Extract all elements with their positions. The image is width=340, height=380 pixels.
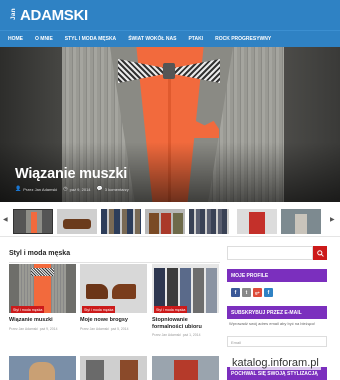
- hero-date: paź 9, 2014: [69, 186, 91, 192]
- post-thumbnail[interactable]: Styl i moda męska: [9, 264, 76, 313]
- post-card[interactable]: Styl i moda męska Moje nowe brogsy Przez…: [80, 264, 147, 331]
- user-icon: 👤: [15, 186, 22, 192]
- google-plus-icon[interactable]: g+: [253, 288, 262, 297]
- social-links: f t g+ f: [231, 288, 273, 297]
- chevron-left-icon[interactable]: ◀: [3, 216, 8, 223]
- hero-comments[interactable]: 3 komentarzy: [105, 187, 129, 192]
- post-date: paź 1, 2014: [182, 333, 201, 337]
- post-title[interactable]: Moje nowe brogsy: [80, 317, 147, 324]
- watermark: katalog.inforam.pl: [230, 356, 321, 370]
- post-date: paź 5, 2014: [110, 326, 129, 331]
- section-divider: [9, 262, 220, 263]
- thumbnail[interactable]: [237, 209, 277, 234]
- nav-item-home[interactable]: HOME: [8, 36, 23, 42]
- category-badge[interactable]: Styl i moda męska: [11, 306, 45, 313]
- post-author[interactable]: Przez Jan Adamski: [80, 327, 109, 331]
- facebook-icon[interactable]: f: [231, 288, 240, 297]
- section-title[interactable]: Styl i moda męska: [9, 250, 70, 257]
- post-thumbnail[interactable]: [80, 356, 147, 380]
- category-badge[interactable]: Styl i moda męska: [82, 306, 116, 313]
- nav-item-world[interactable]: ŚWIAT WOKÓŁ NAS: [128, 36, 176, 42]
- post-card[interactable]: Styl i moda męska Stopniowanie formalnoś…: [152, 264, 219, 337]
- nav-item-rock[interactable]: ROCK PROGRESYWNY: [215, 36, 271, 42]
- thumbnail[interactable]: [57, 209, 97, 234]
- post-title[interactable]: Stopniowanie formalności ubioru: [152, 317, 219, 330]
- post-thumbnail[interactable]: [152, 356, 219, 380]
- post-thumbnail[interactable]: Styl i moda męska: [152, 264, 219, 313]
- hero-slide[interactable]: Wiązanie muszki 👤 Przez Jan Adamski ◷ pa…: [0, 47, 340, 202]
- post-thumbnail[interactable]: Styl i moda męska: [80, 264, 147, 313]
- chevron-right-icon[interactable]: ▶: [330, 216, 335, 223]
- nav-item-style[interactable]: STYL I MODA MĘSKA: [65, 36, 116, 42]
- thumbnail[interactable]: [101, 209, 141, 234]
- hero-author[interactable]: Przez Jan Adamski: [23, 187, 57, 192]
- post-meta: Przez Jan Adamski paź 1, 2014: [152, 333, 219, 337]
- subscribe-description: Wprowadź swój adres email aby być na bie…: [229, 321, 316, 326]
- post-meta: Przez Jan Adamski paź 9, 2014: [9, 327, 76, 331]
- post-title[interactable]: Wiązanie muszki: [9, 317, 76, 324]
- logo-first-name: Jan: [10, 7, 17, 20]
- search-input[interactable]: [227, 246, 313, 260]
- hero-title[interactable]: Wiązanie muszki: [15, 166, 127, 182]
- post-card[interactable]: Styl i moda męska Wiązanie muszki Przez …: [9, 264, 76, 331]
- subscribe-widget-title: SUBSKRYBUJ PRZEZ E-MAIL: [227, 306, 327, 319]
- clock-icon: ◷: [63, 186, 68, 192]
- nav-item-birds[interactable]: PTAKI: [188, 36, 203, 42]
- search-button[interactable]: [313, 246, 327, 260]
- profiles-widget-title: MOJE PROFILE: [227, 269, 327, 282]
- hero-meta: 👤 Przez Jan Adamski ◷ paź 9, 2014 💬 3 ko…: [15, 186, 129, 192]
- site-header: Jan ADAMSKI: [0, 0, 340, 30]
- hero-photo-bowtie-knot: [163, 63, 175, 79]
- post-meta: Przez Jan Adamski paź 5, 2014: [80, 327, 147, 331]
- nav-item-about[interactable]: O MNIE: [35, 36, 53, 42]
- main-nav: HOME O MNIE STYL I MODA MĘSKA ŚWIAT WOKÓ…: [0, 30, 340, 47]
- post-author[interactable]: Przez Jan Adamski: [9, 327, 38, 331]
- thumbnail[interactable]: [281, 209, 321, 234]
- post-thumbnail[interactable]: [9, 356, 76, 380]
- thumbnail[interactable]: [13, 209, 53, 234]
- thumbnail-carousel: ◀ ▶: [0, 202, 340, 237]
- twitter-icon[interactable]: t: [242, 288, 251, 297]
- category-badge[interactable]: Styl i moda męska: [154, 306, 188, 313]
- search-icon: [316, 249, 324, 257]
- comment-icon: 💬: [96, 186, 103, 192]
- thumbnail[interactable]: [145, 209, 185, 234]
- post-date: paź 9, 2014: [39, 326, 58, 331]
- logo-last-name: ADAMSKI: [20, 6, 88, 24]
- email-field[interactable]: Email: [227, 336, 327, 347]
- post-author[interactable]: Przez Jan Adamski: [152, 333, 181, 337]
- site-logo[interactable]: Jan ADAMSKI: [9, 4, 88, 26]
- facebook-icon[interactable]: f: [264, 288, 273, 297]
- thumbnail[interactable]: [189, 209, 229, 234]
